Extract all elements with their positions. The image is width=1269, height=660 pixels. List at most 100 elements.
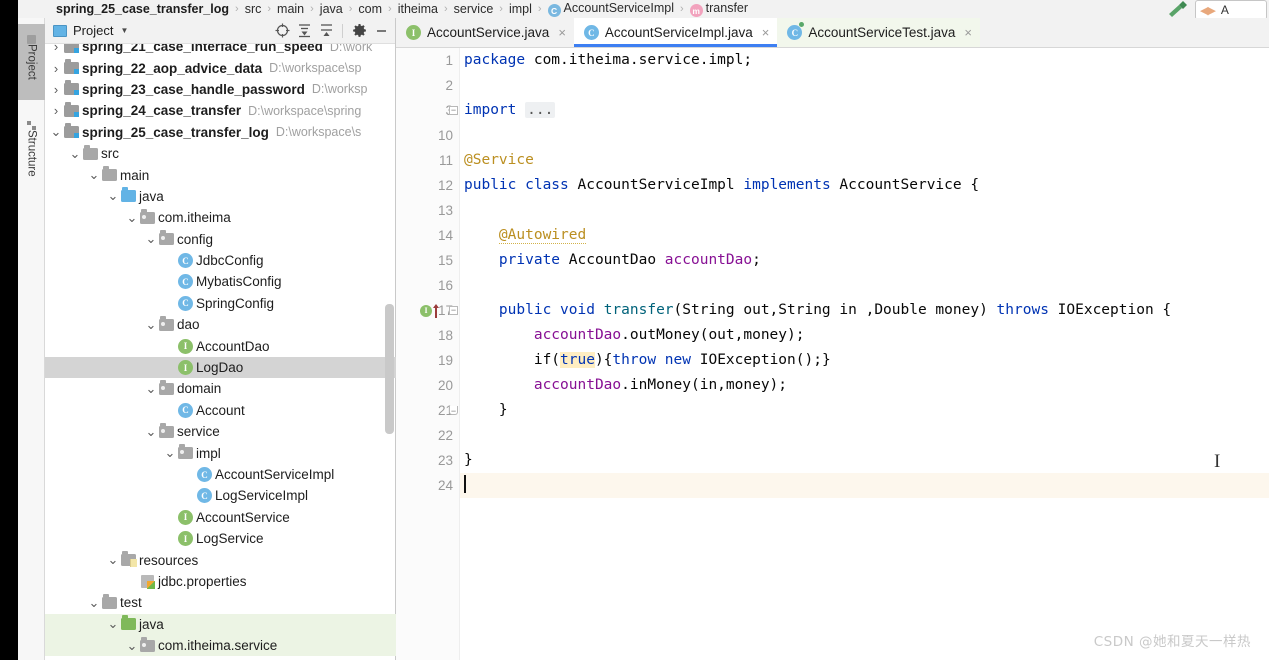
- editor-tab-accountserviceimpl-java[interactable]: C AccountServiceImpl.java ×: [573, 18, 778, 47]
- chevron-down-icon[interactable]: ⌄: [144, 425, 158, 438]
- code-line[interactable]: @Autowired: [460, 223, 1269, 248]
- chevron-down-icon[interactable]: ⌄: [144, 232, 158, 245]
- editor-tab-accountservicetest-java[interactable]: C AccountServiceTest.java ×: [777, 18, 980, 47]
- code-editor[interactable]: 123−1011121314151617I−18192021−222324 pa…: [396, 48, 1269, 660]
- close-icon[interactable]: ×: [558, 25, 566, 40]
- tree-node-resources[interactable]: ⌄ resources: [45, 549, 396, 570]
- chevron-right-icon[interactable]: ›: [49, 44, 63, 54]
- breadcrumb-item[interactable]: itheima: [398, 2, 438, 16]
- chevron-right-icon[interactable]: ›: [49, 103, 63, 118]
- breadcrumb-item[interactable]: com: [358, 2, 382, 16]
- tree-node-impl[interactable]: ⌄ impl: [45, 442, 396, 463]
- tree-node-domain[interactable]: ⌄ domain: [45, 378, 396, 399]
- tree-node-jdbc-properties[interactable]: jdbc.properties: [45, 571, 396, 592]
- gutter-line[interactable]: 20: [396, 373, 459, 398]
- tree-node-accountserviceimpl[interactable]: C AccountServiceImpl: [45, 464, 396, 485]
- code-line[interactable]: [460, 273, 1269, 298]
- hide-panel-button[interactable]: [371, 21, 391, 41]
- locate-in-tree-button[interactable]: [272, 21, 292, 41]
- wrench-icon[interactable]: [1165, 0, 1191, 18]
- chevron-down-icon[interactable]: ⌄: [125, 211, 139, 224]
- chevron-down-icon[interactable]: ⌄: [144, 382, 158, 395]
- chevron-right-icon[interactable]: ›: [49, 61, 63, 76]
- tree-node-config[interactable]: ⌄ config: [45, 229, 396, 250]
- collapse-all-button[interactable]: [316, 21, 336, 41]
- tree-node-logdao[interactable]: I LogDao: [45, 356, 396, 379]
- code-line[interactable]: if(true){throw new IOException();}: [460, 348, 1269, 373]
- scrollbar-thumb[interactable]: [385, 304, 394, 434]
- tree-node-dao[interactable]: ⌄ dao: [45, 314, 396, 335]
- tree-node-accountdao[interactable]: I AccountDao: [45, 335, 396, 356]
- tree-node-java[interactable]: ⌄ java: [45, 186, 396, 207]
- tree-node-spring-24-case-transfer[interactable]: › spring_24_case_transfer D:\workspace\spr…: [45, 100, 396, 121]
- breadcrumb-item[interactable]: main: [277, 2, 304, 16]
- editor-tab-accountservice-java[interactable]: I AccountService.java ×: [396, 18, 574, 47]
- code-line[interactable]: [460, 123, 1269, 148]
- code-fold-handle[interactable]: −: [448, 298, 459, 323]
- code-line[interactable]: }: [460, 398, 1269, 423]
- close-icon[interactable]: ×: [762, 25, 770, 40]
- tree-node-springconfig[interactable]: C SpringConfig: [45, 293, 396, 314]
- gutter-line[interactable]: 18: [396, 323, 459, 348]
- editor-code[interactable]: package com.itheima.service.impl; import …: [460, 48, 1269, 660]
- chevron-down-icon[interactable]: ⌄: [49, 125, 63, 138]
- sidebar-item-project[interactable]: Project: [18, 24, 45, 100]
- code-line[interactable]: accountDao.inMoney(in,money);: [460, 373, 1269, 398]
- code-line[interactable]: accountDao.outMoney(out,money);: [460, 323, 1269, 348]
- code-line[interactable]: @Service: [460, 148, 1269, 173]
- project-tree-scrollbar[interactable]: [385, 44, 394, 660]
- gutter-line[interactable]: 1: [396, 48, 459, 73]
- code-line[interactable]: public class AccountServiceImpl implemen…: [460, 173, 1269, 198]
- gutter-line[interactable]: 21−: [396, 398, 459, 423]
- gutter-line[interactable]: 3−: [396, 98, 459, 123]
- tree-node-spring-22-aop-advice-data[interactable]: › spring_22_aop_advice_data D:\workspace\s…: [45, 57, 396, 78]
- gutter-line[interactable]: 16: [396, 273, 459, 298]
- chevron-down-icon[interactable]: ⌄: [106, 617, 120, 630]
- chevron-down-icon[interactable]: ⌄: [163, 446, 177, 459]
- project-tree[interactable]: › spring_21_case_interface_run_speed D:\wo…: [45, 44, 396, 660]
- gutter-line[interactable]: 24: [396, 473, 459, 498]
- code-line[interactable]: [460, 198, 1269, 223]
- gutter-line[interactable]: 11: [396, 148, 459, 173]
- gutter-line[interactable]: 13: [396, 198, 459, 223]
- settings-button[interactable]: [349, 21, 369, 41]
- code-line[interactable]: import ...: [460, 98, 1269, 123]
- tree-node-logservice[interactable]: I LogService: [45, 528, 396, 549]
- breadcrumb-item[interactable]: src: [245, 2, 262, 16]
- tree-node-jdbcconfig[interactable]: C JdbcConfig: [45, 250, 396, 271]
- expand-all-button[interactable]: [294, 21, 314, 41]
- code-line[interactable]: [460, 73, 1269, 98]
- chevron-right-icon[interactable]: ›: [49, 82, 63, 97]
- chevron-down-icon[interactable]: ⌄: [68, 147, 82, 160]
- gutter-line[interactable]: 2: [396, 73, 459, 98]
- chevron-down-icon[interactable]: ▼: [120, 26, 128, 35]
- chevron-down-icon[interactable]: ⌄: [106, 189, 120, 202]
- breadcrumb-item[interactable]: service: [454, 2, 494, 16]
- tree-node-com-itheima[interactable]: ⌄ com.itheima: [45, 207, 396, 228]
- gutter-line[interactable]: 22: [396, 423, 459, 448]
- close-icon[interactable]: ×: [964, 25, 972, 40]
- breadcrumb-item[interactable]: m transfer: [689, 1, 748, 18]
- breadcrumb-item[interactable]: spring_25_case_transfer_log: [56, 2, 229, 16]
- tree-node-mybatisconfig[interactable]: C MybatisConfig: [45, 271, 396, 292]
- gutter-line[interactable]: 17 I −: [396, 298, 459, 323]
- chevron-down-icon[interactable]: ⌄: [87, 168, 101, 181]
- code-line[interactable]: package com.itheima.service.impl;: [460, 48, 1269, 73]
- code-line[interactable]: public void transfer(String out,String i…: [460, 298, 1269, 323]
- tree-node-com-itheima-service[interactable]: ⌄ com.itheima.service: [45, 634, 396, 657]
- tree-node-service[interactable]: ⌄ service: [45, 421, 396, 442]
- tree-node-spring-25-case-transfer-log[interactable]: ⌄ spring_25_case_transfer_log D:\workspace…: [45, 122, 396, 143]
- gutter-line[interactable]: 19: [396, 348, 459, 373]
- breadcrumb-item[interactable]: C AccountServiceImpl: [547, 1, 674, 18]
- code-line[interactable]: [460, 423, 1269, 448]
- tree-node-java[interactable]: ⌄ java: [45, 613, 396, 635]
- breadcrumb-item[interactable]: java: [320, 2, 343, 16]
- code-fold-handle[interactable]: −: [448, 98, 459, 123]
- gutter-line[interactable]: 10: [396, 123, 459, 148]
- tree-node-src[interactable]: ⌄ src: [45, 143, 396, 164]
- tree-node-account[interactable]: C Account: [45, 400, 396, 421]
- gutter-line[interactable]: 23: [396, 448, 459, 473]
- navigation-chip[interactable]: ◀▶ A: [1195, 0, 1267, 20]
- editor-gutter[interactable]: 123−1011121314151617I−18192021−222324: [396, 48, 460, 660]
- chevron-down-icon[interactable]: ⌄: [144, 318, 158, 331]
